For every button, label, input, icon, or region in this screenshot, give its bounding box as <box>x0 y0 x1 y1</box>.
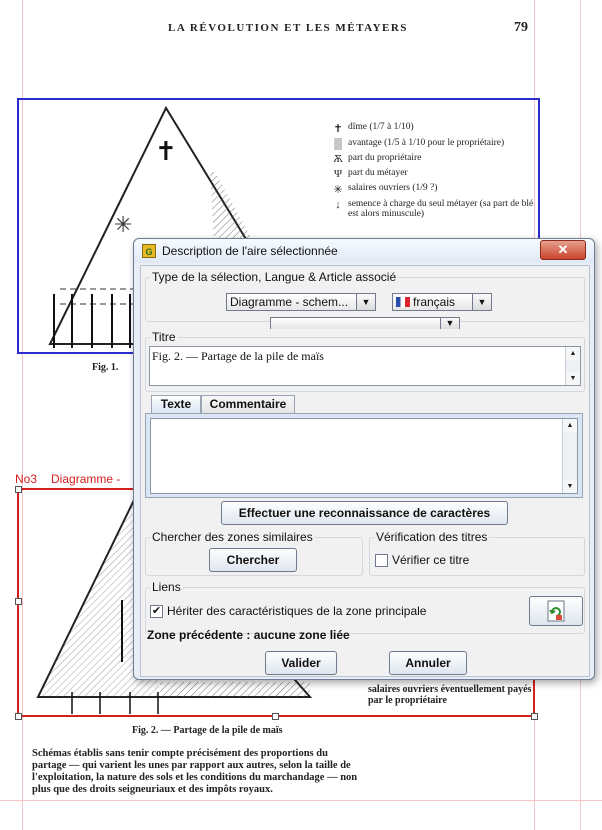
resize-handle[interactable] <box>531 713 538 720</box>
legend-item: Ѫpart du propriétaire <box>328 153 538 165</box>
inherit-label: Hériter des caractéristiques de la zone … <box>167 604 427 618</box>
ocr-button[interactable]: Effectuer une reconnaissance de caractèr… <box>221 501 508 525</box>
zone-type: Diagramme - <box>51 472 121 486</box>
legend-item: ↓ semence à charge du seul métayer (sa pa… <box>328 199 538 219</box>
hatched-icon: ▒ <box>334 138 342 150</box>
figure-2-caption: Fig. 2. — Partage de la pile de maïs <box>132 725 283 736</box>
language-dropdown[interactable]: français ▼ <box>392 293 492 311</box>
bottom-legend-text: salaires ouvriers éventuellement payés p… <box>368 684 532 706</box>
titre-section-title: Titre <box>152 330 176 344</box>
close-button[interactable]: ✕ <box>540 240 586 260</box>
type-dropdown[interactable]: Diagramme - schem... ▼ <box>226 293 376 311</box>
scroll-down-icon[interactable]: ▼ <box>566 372 580 385</box>
arrow-down-icon: ↓ <box>335 199 341 211</box>
body-text: Schémas établis sans tenir compte précis… <box>32 748 358 795</box>
zone-3-label: No3 Diagramme - <box>15 472 134 486</box>
inherit-checkbox[interactable]: ✔ <box>150 605 163 618</box>
chevron-down-icon: ▼ <box>472 294 491 310</box>
cancel-button[interactable]: Annuler <box>389 651 467 675</box>
previous-zone-label: Zone précédente : aucune zone liée <box>147 628 350 642</box>
star-icon: ✳ <box>333 184 343 196</box>
search-button[interactable]: Chercher <box>209 548 297 572</box>
legend-item: ▒ avantage (1/5 à 1/10 pour le propriétai… <box>328 138 538 150</box>
chevron-down-icon: ▼ <box>356 294 375 310</box>
svg-text:✳: ✳ <box>114 213 132 238</box>
titre-value: Fig. 2. — Partage de la pile de maïs <box>152 349 324 363</box>
dialog-content: Type de la sélection, Langue & Article a… <box>140 265 590 677</box>
french-flag-icon <box>396 297 410 307</box>
guide-line <box>0 800 602 801</box>
resize-handle[interactable] <box>272 713 279 720</box>
owner-icon: Ѫ <box>333 153 343 165</box>
tab-commentaire[interactable]: Commentaire <box>201 395 295 413</box>
similar-zones-title: Chercher des zones similaires <box>152 530 313 544</box>
app-icon: G <box>142 244 156 258</box>
article-dropdown[interactable]: ▼ <box>270 317 460 329</box>
verify-title-checkbox[interactable] <box>375 554 388 567</box>
svg-text:✝: ✝ <box>155 137 177 167</box>
refresh-icon <box>547 600 565 622</box>
tab-panel: ▲ ▼ <box>145 413 583 498</box>
titre-textarea[interactable]: Fig. 2. — Partage de la pile de maïs ▲ ▼ <box>149 346 581 386</box>
refresh-link-button[interactable] <box>529 596 583 626</box>
texte-textarea[interactable]: ▲ ▼ <box>150 418 578 494</box>
scrollbar[interactable]: ▲ ▼ <box>565 347 580 385</box>
dialog-title: Description de l'aire sélectionnée <box>162 244 338 258</box>
scroll-up-icon[interactable]: ▲ <box>563 419 577 432</box>
legend-item: Ψpart du métayer <box>328 168 538 180</box>
pitchfork-icon: Ψ <box>333 168 343 180</box>
figure-1-caption: Fig. 1. <box>92 362 119 373</box>
scroll-up-icon[interactable]: ▲ <box>566 347 580 360</box>
type-section-title: Type de la sélection, Langue & Article a… <box>152 270 397 284</box>
scroll-down-icon[interactable]: ▼ <box>563 480 577 493</box>
links-title: Liens <box>152 580 181 594</box>
page-header: LA RÉVOLUTION ET LES MÉTAYERS 79 <box>0 20 602 38</box>
dialog-titlebar[interactable]: G Description de l'aire sélectionnée ✕ <box>134 239 594 263</box>
legend-item: ✝ dîme (1/7 à 1/10) <box>328 122 538 135</box>
verify-title-label: Vérifier ce titre <box>392 553 470 567</box>
type-dropdown-value: Diagramme - schem... <box>230 295 349 309</box>
resize-handle[interactable] <box>15 713 22 720</box>
language-dropdown-value: français <box>413 295 456 309</box>
zone-number: No3 <box>15 472 38 486</box>
cross-icon: ✝ <box>333 123 343 135</box>
description-dialog: G Description de l'aire sélectionnée ✕ T… <box>133 238 595 680</box>
figure-legend: ✝ dîme (1/7 à 1/10) ▒ avantage (1/5 à 1/10… <box>328 122 538 222</box>
chevron-down-icon: ▼ <box>440 318 459 329</box>
page-number: 79 <box>514 20 528 35</box>
tab-texte[interactable]: Texte <box>151 395 201 413</box>
verification-title: Vérification des titres <box>376 530 488 544</box>
validate-button[interactable]: Valider <box>265 651 337 675</box>
running-title: LA RÉVOLUTION ET LES MÉTAYERS <box>168 22 408 34</box>
scrollbar[interactable]: ▲ ▼ <box>562 419 577 493</box>
legend-item: ✳ salaires ouvriers (1/9 ?) <box>328 183 538 196</box>
